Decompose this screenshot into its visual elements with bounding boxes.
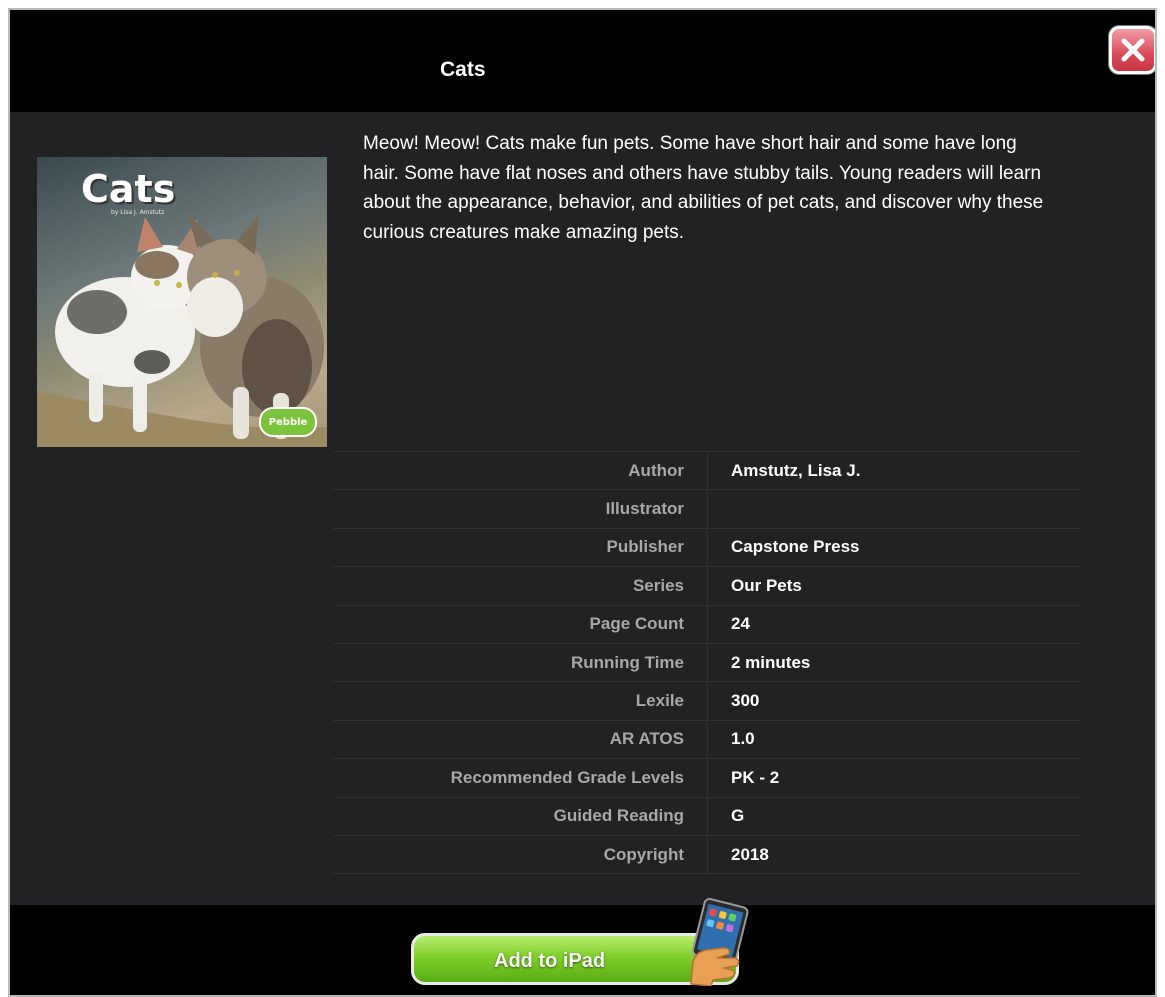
detail-label: Running Time [570, 652, 684, 672]
column-divider [707, 490, 708, 528]
ipad-icon [690, 897, 749, 986]
book-detail-dialog: Cats Cats by Lisa J. Amstutz Pebble Meow… [8, 8, 1157, 997]
detail-value: PK - 2 [731, 767, 780, 787]
detail-value: 24 [731, 614, 750, 634]
detail-row-illustrator: Illustrator [333, 490, 1081, 529]
detail-label: Copyright [603, 844, 684, 864]
detail-label: Illustrator [605, 499, 684, 519]
detail-row-page-count: Page Count 24 [333, 605, 1081, 644]
detail-value: Amstutz, Lisa J. [731, 460, 861, 480]
column-divider [707, 528, 708, 567]
detail-row-grade-levels: Recommended Grade Levels PK - 2 [333, 759, 1081, 798]
detail-label: Author [628, 460, 684, 480]
detail-label: Recommended Grade Levels [450, 767, 684, 787]
close-icon [1121, 38, 1145, 62]
detail-value: 1.0 [731, 729, 755, 749]
detail-value: Capstone Press [731, 537, 860, 557]
detail-row-guided-reading: Guided Reading G [333, 797, 1081, 836]
detail-label: Page Count [589, 614, 684, 634]
book-cover-image: Cats by Lisa J. Amstutz Pebble [37, 157, 327, 447]
detail-row-lexile: Lexile 300 [333, 682, 1081, 721]
detail-value: G [731, 806, 745, 826]
column-divider [707, 797, 708, 835]
detail-value: 300 [731, 691, 760, 711]
detail-row-author: Author Amstutz, Lisa J. [333, 452, 1081, 491]
detail-label: Lexile [635, 691, 684, 711]
detail-label: Guided Reading [553, 806, 684, 826]
title-bar: Cats [10, 10, 1155, 112]
column-divider [707, 720, 708, 759]
column-divider [707, 452, 708, 490]
cover-byline: by Lisa J. Amstutz [111, 209, 165, 216]
detail-value: Our Pets [731, 575, 802, 595]
book-details-table: Author Amstutz, Lisa J. Illustrator Publ… [333, 451, 1081, 875]
detail-row-copyright: Copyright 2018 [333, 835, 1081, 875]
detail-label: AR ATOS [609, 729, 684, 749]
detail-value: 2 minutes [731, 652, 811, 672]
close-button[interactable] [1109, 26, 1155, 74]
page-title: Cats [440, 58, 486, 81]
column-divider [707, 835, 708, 874]
column-divider [707, 643, 708, 682]
column-divider [707, 759, 708, 797]
cover-title: Cats [81, 167, 176, 211]
detail-row-series: Series Our Pets [333, 567, 1081, 606]
detail-row-ar-atos: AR ATOS 1.0 [333, 720, 1081, 760]
book-description: Meow! Meow! Cats make fun pets. Some hav… [363, 133, 1044, 243]
column-divider [707, 605, 708, 643]
detail-label: Series [632, 575, 684, 595]
detail-value: 2018 [731, 844, 769, 864]
add-to-ipad-label: Add to iPad [494, 950, 606, 972]
detail-row-publisher: Publisher Capstone Press [333, 528, 1081, 568]
detail-row-running-time: Running Time 2 minutes [333, 643, 1081, 683]
column-divider [707, 567, 708, 605]
publisher-badge: Pebble [259, 407, 317, 437]
detail-label: Publisher [606, 537, 684, 557]
column-divider [707, 682, 708, 720]
